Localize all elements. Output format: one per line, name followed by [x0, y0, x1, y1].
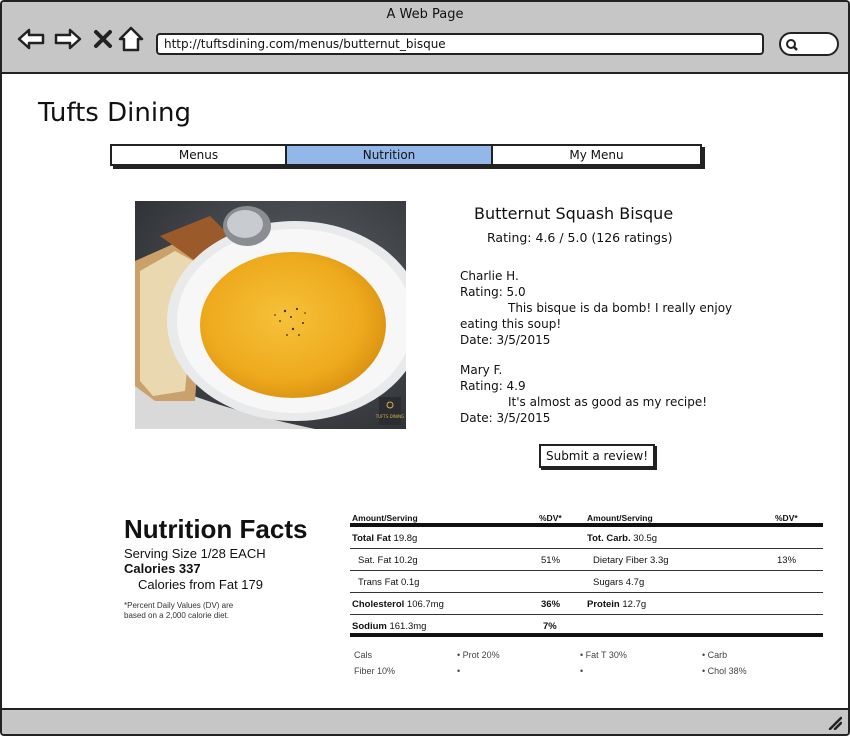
- column-header: Amount/Serving: [352, 513, 418, 523]
- browser-window: A Web Page http://tuftsdining.com/menus/…: [0, 0, 850, 736]
- home-icon[interactable]: [116, 24, 146, 54]
- review-rating: Rating: 4.9: [460, 379, 526, 393]
- address-bar[interactable]: http://tuftsdining.com/menus/butternut_b…: [156, 33, 764, 55]
- window-title: A Web Page: [386, 7, 464, 22]
- dish-title: Butternut Squash Bisque: [474, 204, 674, 223]
- review-author: Mary F.: [460, 363, 503, 377]
- nutrient-dv: 7%: [543, 621, 557, 632]
- legend-item: •: [580, 666, 584, 676]
- table-header: Amount/Serving %DV* Amount/Serving %DV*: [350, 513, 823, 527]
- nutrient-dv: 13%: [777, 555, 797, 566]
- legend-item: • Chol 38%: [702, 666, 747, 676]
- legend-item: • Prot 20%: [457, 650, 500, 660]
- stop-icon[interactable]: [88, 24, 118, 54]
- table-row: Total Fat 19.8g Tot. Carb. 30.5g: [350, 527, 823, 549]
- nutrient-dv: 51%: [541, 555, 561, 566]
- nutrition-facts-title: Nutrition Facts: [124, 514, 308, 544]
- nutrient-value: 4.7g: [625, 577, 645, 588]
- table-row: Cholesterol 106.7mg 36% Protein 12.7g: [350, 593, 823, 615]
- resize-grip-icon[interactable]: [828, 716, 842, 730]
- browser-toolbar: A Web Page http://tuftsdining.com/menus/…: [2, 2, 848, 74]
- nutrient-value: 19.8g: [393, 533, 418, 544]
- review-date: Date: 3/5/2015: [460, 333, 551, 347]
- nutrient-label: Total Fat: [352, 533, 391, 544]
- nutrient-label: Tot. Carb.: [587, 533, 631, 544]
- nutrient-label: Cholesterol: [352, 599, 405, 610]
- main-nav: Menus Nutrition My Menu: [110, 144, 702, 166]
- photo-watermark: TUFTS DINING: [375, 414, 404, 419]
- column-header: %DV*: [539, 513, 562, 523]
- column-header: Amount/Serving: [587, 513, 653, 523]
- nutrient-value: 0.1g: [400, 577, 420, 588]
- nutrient-label: Sat. Fat: [358, 555, 392, 566]
- nutrient-label: Dietary Fiber: [593, 555, 648, 566]
- review-text: It's almost as good as my recipe!: [508, 395, 708, 409]
- search-icon: [786, 39, 798, 51]
- table-row: Sodium 161.3mg 7%: [350, 615, 823, 637]
- tab-nutrition[interactable]: Nutrition: [287, 146, 493, 164]
- dv-footnote: *Percent Daily Values (DV) are based on …: [124, 601, 234, 620]
- review-text: eating this soup!: [460, 317, 562, 331]
- back-icon[interactable]: [16, 24, 46, 54]
- legend-item: Cals: [354, 650, 373, 660]
- nutrient-label: Sodium: [352, 621, 387, 632]
- site-title: Tufts Dining: [38, 98, 192, 128]
- tab-my-menu[interactable]: My Menu: [493, 146, 700, 164]
- search-field[interactable]: [779, 32, 839, 56]
- nutrient-value: 161.3mg: [389, 621, 427, 632]
- nutrient-value: 12.7g: [622, 599, 647, 610]
- nutrient-dv: 36%: [541, 599, 561, 610]
- nutrient-value: 10.2g: [393, 555, 418, 566]
- review-item: Mary F. Rating: 4.9 It's almost as good …: [460, 362, 707, 426]
- review-item: Charlie H. Rating: 5.0 This bisque is da…: [460, 268, 732, 348]
- dish-rating: Rating: 4.6 / 5.0 (126 ratings): [487, 230, 673, 245]
- table-row: Trans Fat 0.1g Sugars 4.7g: [350, 571, 823, 593]
- nutrient-value: 30.5g: [633, 533, 658, 544]
- dish-photo: TUFTS DINING: [135, 201, 406, 429]
- legend-item: •: [457, 666, 461, 676]
- nutrient-value: 3.3g: [650, 555, 669, 566]
- review-author: Charlie H.: [460, 269, 519, 283]
- forward-icon[interactable]: [53, 24, 83, 54]
- tab-menus[interactable]: Menus: [112, 146, 287, 164]
- column-header: %DV*: [775, 513, 798, 523]
- legend-item: Fiber 10%: [354, 666, 396, 676]
- review-rating: Rating: 5.0: [460, 285, 526, 299]
- calories: Calories 337: [124, 561, 201, 576]
- status-bar: [2, 708, 848, 734]
- legend-item: • Carb: [702, 650, 728, 660]
- calories-from-fat: Calories from Fat 179: [138, 577, 263, 592]
- review-text: This bisque is da bomb! I really enjoy: [508, 301, 733, 315]
- nutrient-label: Trans Fat: [358, 577, 399, 588]
- table-row: Sat. Fat 10.2g 51% Dietary Fiber 3.3g 13…: [350, 549, 823, 571]
- nutrient-label: Protein: [587, 599, 620, 610]
- legend-item: • Fat T 30%: [580, 650, 627, 660]
- nutrition-table: Amount/Serving %DV* Amount/Serving %DV* …: [350, 513, 823, 637]
- nutrient-value: 106.7mg: [406, 599, 444, 610]
- nutrient-label: Sugars: [593, 577, 624, 588]
- submit-review-button[interactable]: Submit a review!: [539, 444, 655, 468]
- review-date: Date: 3/5/2015: [460, 411, 551, 425]
- serving-size: Serving Size 1/28 EACH: [124, 546, 266, 561]
